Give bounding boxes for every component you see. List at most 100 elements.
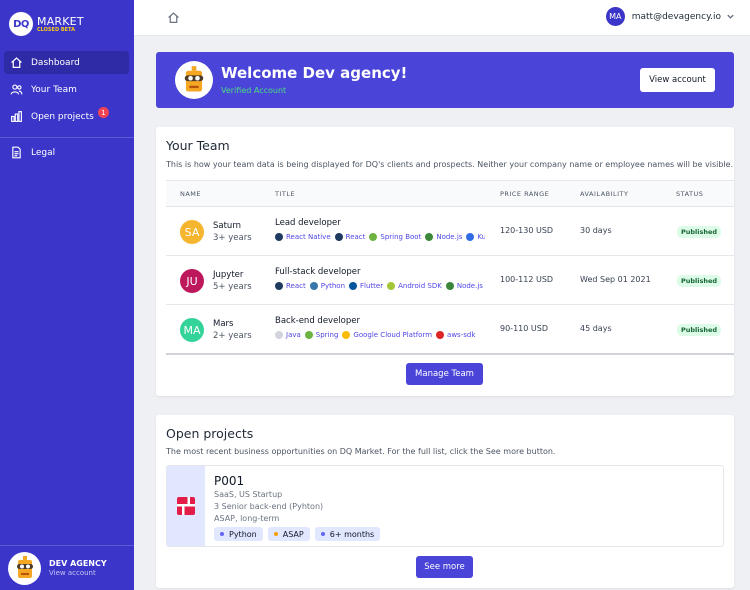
member-experience: 5+ years [213,282,252,292]
price-range: 100-112 USD [500,275,554,284]
project-card-p001[interactable]: P001 SaaS, US Startup 3 Senior back-end … [166,465,724,547]
project-client: SaaS, US Startup [214,490,283,499]
section-description: This is how your team data is being disp… [166,160,734,169]
skill-icon [342,331,351,339]
home-icon [11,57,22,68]
skill-label: React Native [286,233,331,241]
chip-dot-icon [220,532,224,536]
status-badge: Published [677,275,722,287]
skill-tag: aws-sdk [436,331,475,339]
user-email: matt@devagency.io [631,11,721,22]
sidebar-item-legal[interactable]: Legal [4,141,129,164]
member-title: Back-end developer [275,316,360,326]
table-header: NAME TITLE PRICE RANGE AVAILABILITY STAT… [166,181,734,207]
top-bar: MA matt@devagency.io [134,0,750,36]
project-roles: 3 Senior back-end (Pyhton) [214,502,324,511]
see-more-button[interactable]: See more [416,556,473,578]
skill-tags: React Python Flutter Android SDK Node.js [275,282,485,294]
sidebar-item-dashboard[interactable]: Dashboard [4,51,129,74]
project-id: P001 [214,474,245,488]
skill-tag: Node.js [445,282,483,290]
user-avatar: MA [605,7,625,26]
chip-label: ASAP [282,529,304,539]
member-experience: 3+ years [213,233,252,243]
section-title: Open projects [166,426,254,441]
skill-label: Flutter [360,282,384,290]
view-account-button[interactable]: View account [640,68,715,92]
account-footer[interactable]: DEV AGENCY View account [0,545,134,590]
skill-icon [309,282,318,290]
document-icon [12,146,21,159]
skill-label: Spring [315,331,339,339]
skill-tags: Java Spring Google Cloud Platform aws-sdk [275,331,485,343]
section-description: The most recent business opportunities o… [166,447,556,456]
manage-team-button[interactable]: Manage Team [406,363,483,385]
skill-tag: React [275,282,306,290]
company-logo-icon [177,497,195,515]
sidebar-item-label: Legal [31,147,56,158]
chip-label: Python [229,529,257,539]
project-timing: ASAP, long-term [214,514,280,523]
skill-tags: React Native React Spring Boot Node.js Ku [275,233,485,245]
sidebar-item-open-projects[interactable]: Open projects 1 [4,105,129,128]
skill-icon [387,282,396,290]
skill-icon [275,233,283,241]
availability: 45 days [580,324,612,333]
skill-icon [275,282,283,290]
sidebar-divider [0,137,134,138]
users-icon [10,84,23,95]
skill-icon [436,331,445,339]
avatar [8,551,41,585]
welcome-banner: Welcome Dev agency! Verified Account Vie… [156,52,734,108]
skill-label: React [345,233,366,241]
open-projects-card: Open projects The most recent business o… [156,415,734,588]
avatar [175,61,213,99]
view-account-link[interactable]: View account [49,569,107,577]
member-title: Lead developer [275,218,341,228]
sidebar-nav: Dashboard Your Team Open projects 1 [4,51,129,132]
logo-title: MARKET [37,14,84,28]
skill-label: Ku [477,233,485,241]
availability: 30 days [580,226,612,235]
skill-tag: Node.js [425,233,462,241]
section-title: Your Team [166,138,230,153]
project-chip: Python [214,527,263,541]
price-range: 90-110 USD [500,324,548,333]
skill-label: aws-sdk [447,331,476,339]
availability: Wed Sep 01 2021 [580,275,651,284]
table-row[interactable]: MA Mars 2+ years Back-end developer Java… [166,305,734,355]
skill-label: React [286,282,306,290]
skill-tag: Ku [466,233,485,241]
table-row[interactable]: JU Jupyter 5+ years Full-stack developer… [166,256,734,305]
skill-icon [349,282,358,290]
project-chip: 6+ months [314,527,381,541]
avatar: SA [180,220,204,244]
table-row[interactable]: SA Saturn 3+ years Lead developer React … [166,207,734,256]
member-name: Mars [213,319,234,329]
sidebar-item-label: Your Team [31,84,77,95]
avatar: MA [180,318,204,342]
robot-icon [184,66,204,92]
skill-icon [304,331,313,339]
sidebar-item-label: Dashboard [31,57,80,68]
sidebar-item-your-team[interactable]: Your Team [4,78,129,101]
chart-icon [11,111,22,122]
user-menu[interactable]: MA matt@devagency.io [605,7,735,26]
status-badge: Published [677,324,722,336]
logo[interactable]: DQ MARKET CLOSED BETA [9,12,84,36]
skill-tag: Java [275,331,301,339]
project-chip: ASAP [267,527,310,541]
skill-tag: Spring Boot [369,233,421,241]
skill-label: Node.js [456,282,483,290]
project-chips: Python ASAP 6+ months [214,527,385,541]
price-range: 120-130 USD [500,226,554,235]
skill-tag: Google Cloud Platform [342,331,432,339]
skill-icon [275,331,283,339]
skill-icon [369,233,378,241]
skill-tag: React Native [275,233,331,241]
home-icon[interactable] [167,11,180,24]
logo-subtitle: CLOSED BETA [37,26,75,33]
skill-label: Java [286,331,301,339]
skill-tag: Flutter [349,282,383,290]
skill-label: Google Cloud Platform [353,331,433,339]
